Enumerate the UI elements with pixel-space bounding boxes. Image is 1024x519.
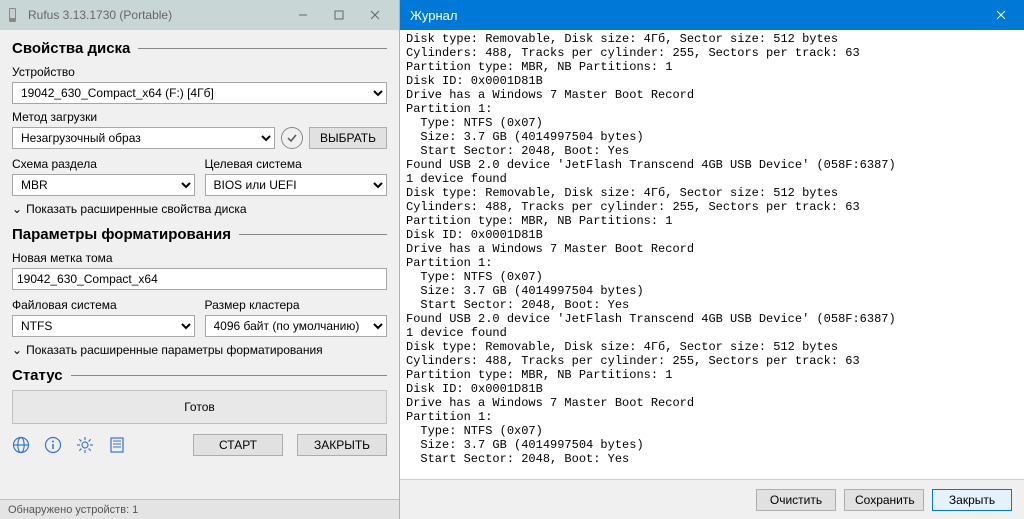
device-select[interactable]: 19042_630_Compact_x64 (F:) [4Гб] (12, 82, 387, 104)
language-icon[interactable] (12, 436, 30, 454)
close-button[interactable] (357, 0, 393, 30)
chevron-down-icon: ⌄ (12, 343, 22, 357)
target-system-select[interactable]: BIOS или UEFI (205, 174, 388, 196)
rufus-main-window: Rufus 3.13.1730 (Portable) Свойства диск… (0, 0, 400, 519)
log-icon[interactable] (108, 436, 126, 454)
start-button[interactable]: СТАРТ (193, 434, 283, 456)
advanced-drive-toggle[interactable]: ⌄ Показать расширенные свойства диска (12, 202, 387, 216)
cluster-label: Размер кластера (205, 298, 388, 312)
log-close-button[interactable]: Закрыть (932, 489, 1012, 511)
target-label: Целевая система (205, 157, 388, 171)
close-main-button[interactable]: ЗАКРЫТЬ (297, 434, 387, 456)
minimize-button[interactable] (285, 0, 321, 30)
status-progress: Готов (12, 390, 387, 424)
log-footer: Очистить Сохранить Закрыть (400, 479, 1024, 519)
info-icon[interactable] (44, 436, 62, 454)
section-format-opts: Параметры форматирования (12, 226, 387, 243)
log-text-area[interactable]: Disk type: Removable, Disk size: 4Гб, Se… (400, 30, 1024, 479)
log-save-button[interactable]: Сохранить (844, 489, 924, 511)
scheme-label: Схема раздела (12, 157, 195, 171)
settings-icon[interactable] (76, 436, 94, 454)
maximize-button[interactable] (321, 0, 357, 30)
section-status: Статус (12, 367, 387, 384)
main-titlebar[interactable]: Rufus 3.13.1730 (Portable) (0, 0, 399, 30)
log-titlebar[interactable]: Журнал (400, 0, 1024, 30)
section-drive-props: Свойства диска (12, 40, 387, 57)
volume-label-caption: Новая метка тома (12, 251, 387, 265)
partition-scheme-select[interactable]: MBR (12, 174, 195, 196)
hash-check-icon[interactable] (281, 127, 303, 149)
chevron-down-icon: ⌄ (12, 202, 22, 216)
volume-label-input[interactable] (12, 268, 387, 290)
app-icon (6, 7, 22, 23)
log-close-icon[interactable] (978, 0, 1024, 30)
cluster-size-select[interactable]: 4096 байт (по умолчанию) (205, 315, 388, 337)
log-clear-button[interactable]: Очистить (756, 489, 836, 511)
status-bar-footer: Обнаружено устройств: 1 (0, 499, 399, 519)
log-title: Журнал (410, 8, 457, 23)
select-image-button[interactable]: ВЫБРАТЬ (309, 127, 387, 149)
main-title: Rufus 3.13.1730 (Portable) (28, 8, 172, 22)
fs-label: Файловая система (12, 298, 195, 312)
boot-type-select[interactable]: Незагрузочный образ (12, 127, 275, 149)
boot-label: Метод загрузки (12, 110, 387, 124)
log-content: Disk type: Removable, Disk size: 4Гб, Se… (406, 32, 1018, 466)
filesystem-select[interactable]: NTFS (12, 315, 195, 337)
device-label: Устройство (12, 65, 387, 79)
log-window: Журнал Disk type: Removable, Disk size: … (400, 0, 1024, 519)
advanced-format-toggle[interactable]: ⌄ Показать расширенные параметры формати… (12, 343, 387, 357)
